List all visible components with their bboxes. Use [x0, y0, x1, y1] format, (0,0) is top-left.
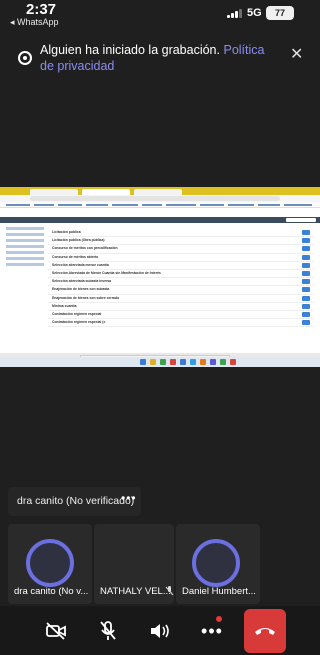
shared-page-content: Licitación pública Licitación pública (Ob…: [0, 223, 320, 363]
mic-off-icon: [100, 621, 116, 640]
procedure-list: Licitación pública Licitación pública (Ob…: [48, 229, 314, 328]
active-speaker-tag[interactable]: dra canito (No verificado) •••: [8, 487, 141, 516]
avatar: [192, 539, 240, 587]
procedure-name: Mínima cuantía: [52, 303, 77, 308]
network-type: 5G: [247, 7, 262, 19]
participant-tile[interactable]: dra canito (No v...: [8, 524, 92, 604]
procedure-name: Licitación pública (Obra pública): [52, 238, 105, 243]
procedure-action-button: [302, 303, 310, 309]
browser-address-bar: [0, 195, 320, 202]
app-header: [0, 208, 320, 217]
more-icon: •••: [201, 620, 223, 641]
procedure-row: Enajenación de bienes con sobre cerrado: [48, 295, 314, 303]
procedure-name: Selección abreviada menor cuantía: [52, 262, 109, 267]
back-to-app-link[interactable]: ◂ WhatsApp: [10, 17, 59, 28]
hang-up-icon: [255, 628, 275, 635]
teams-call-screen: 2:37 ◂ WhatsApp 5G 77 Alguien ha iniciad…: [0, 0, 320, 655]
procedure-action-button: [302, 311, 310, 317]
speaker-name: dra canito (No verificado): [17, 495, 135, 507]
recording-message: Alguien ha iniciado la grabación. Políti…: [40, 42, 280, 74]
procedure-row: Enajenación de bienes con subasta: [48, 286, 314, 295]
participant-tile[interactable]: NATHALY VEL...: [94, 524, 174, 604]
participant-name: dra canito (No v...: [14, 586, 89, 597]
recording-banner: Alguien ha iniciado la grabación. Políti…: [0, 38, 320, 78]
procedure-row: Selección Abreviada de Menor Cuantía sin…: [48, 270, 314, 279]
procedure-row: Licitación pública (Obra pública): [48, 237, 314, 246]
mute-button[interactable]: [90, 613, 126, 649]
procedure-row: Selección abreviada subasta inversa: [48, 278, 314, 287]
procedure-action-button: [302, 287, 310, 293]
call-toolbar: •••: [0, 606, 320, 655]
clock: 2:37: [26, 1, 57, 18]
speaker-button[interactable]: [142, 613, 178, 649]
camera-off-icon: [46, 622, 66, 640]
participant-name: Daniel Humbert...: [182, 586, 256, 597]
procedure-action-button: [302, 238, 310, 244]
notification-dot: [216, 616, 222, 622]
hang-up-button[interactable]: [244, 609, 286, 653]
procedure-name: Contratación régimen especial (c: [52, 320, 106, 325]
battery-icon: 77: [266, 6, 294, 20]
procedure-row: Concurso de méritos abierto: [48, 254, 314, 262]
procedure-name: Licitación pública: [52, 230, 81, 234]
procedure-action-button: [302, 262, 310, 268]
participant-tile[interactable]: Daniel Humbert...: [176, 524, 260, 604]
procedure-name: Selección Abreviada de Menor Cuantía sin…: [52, 270, 161, 275]
procedure-action-button: [302, 270, 310, 276]
more-button[interactable]: •••: [194, 613, 230, 649]
procedure-row: Mínima cuantía: [48, 303, 314, 311]
close-icon[interactable]: ✕: [290, 44, 303, 64]
procedure-action-button: [302, 320, 310, 326]
procedure-name: Contratación régimen especial: [52, 311, 102, 316]
procedure-row: Licitación pública: [48, 229, 314, 238]
browser-tab-strip: [0, 187, 320, 195]
mic-off-icon: [165, 586, 174, 598]
procedure-action-button: [302, 295, 310, 301]
camera-off-button[interactable]: [38, 613, 74, 649]
procedure-action-button: [302, 230, 310, 235]
recording-icon: [18, 51, 32, 65]
procedure-name: Concurso de méritos con precalificación: [52, 246, 118, 251]
participant-name: NATHALY VEL...: [100, 586, 171, 597]
procedure-action-button: [302, 246, 310, 252]
speaker-icon: [151, 624, 169, 638]
procedure-name: Enajenación de bienes con sobre cerrado: [52, 295, 120, 300]
procedure-row: Contratación régimen especial (c: [48, 319, 314, 328]
procedure-action-button: [302, 254, 310, 260]
procedure-row: Contratación régimen especial: [48, 311, 314, 320]
more-options-icon[interactable]: •••: [121, 491, 137, 505]
procedure-row: Selección abreviada menor cuantía: [48, 262, 314, 270]
status-bar: 2:37 ◂ WhatsApp 5G 77: [0, 0, 320, 30]
procedure-name: Selección abreviada subasta inversa: [52, 279, 112, 284]
avatar: [26, 539, 74, 587]
procedure-action-button: [302, 279, 310, 285]
procedure-name: Enajenación de bienes con subasta: [52, 287, 110, 292]
signal-icon: [227, 9, 242, 18]
procedure-row: Concurso de méritos con precalificación: [48, 245, 314, 254]
shared-screen[interactable]: Licitación pública Licitación pública (Ob…: [0, 187, 320, 367]
recording-message-text: Alguien ha iniciado la grabación.: [40, 43, 220, 57]
procedure-name: Concurso de méritos abierto: [52, 254, 99, 259]
shared-sidebar: [6, 227, 44, 269]
windows-taskbar: [0, 357, 320, 367]
